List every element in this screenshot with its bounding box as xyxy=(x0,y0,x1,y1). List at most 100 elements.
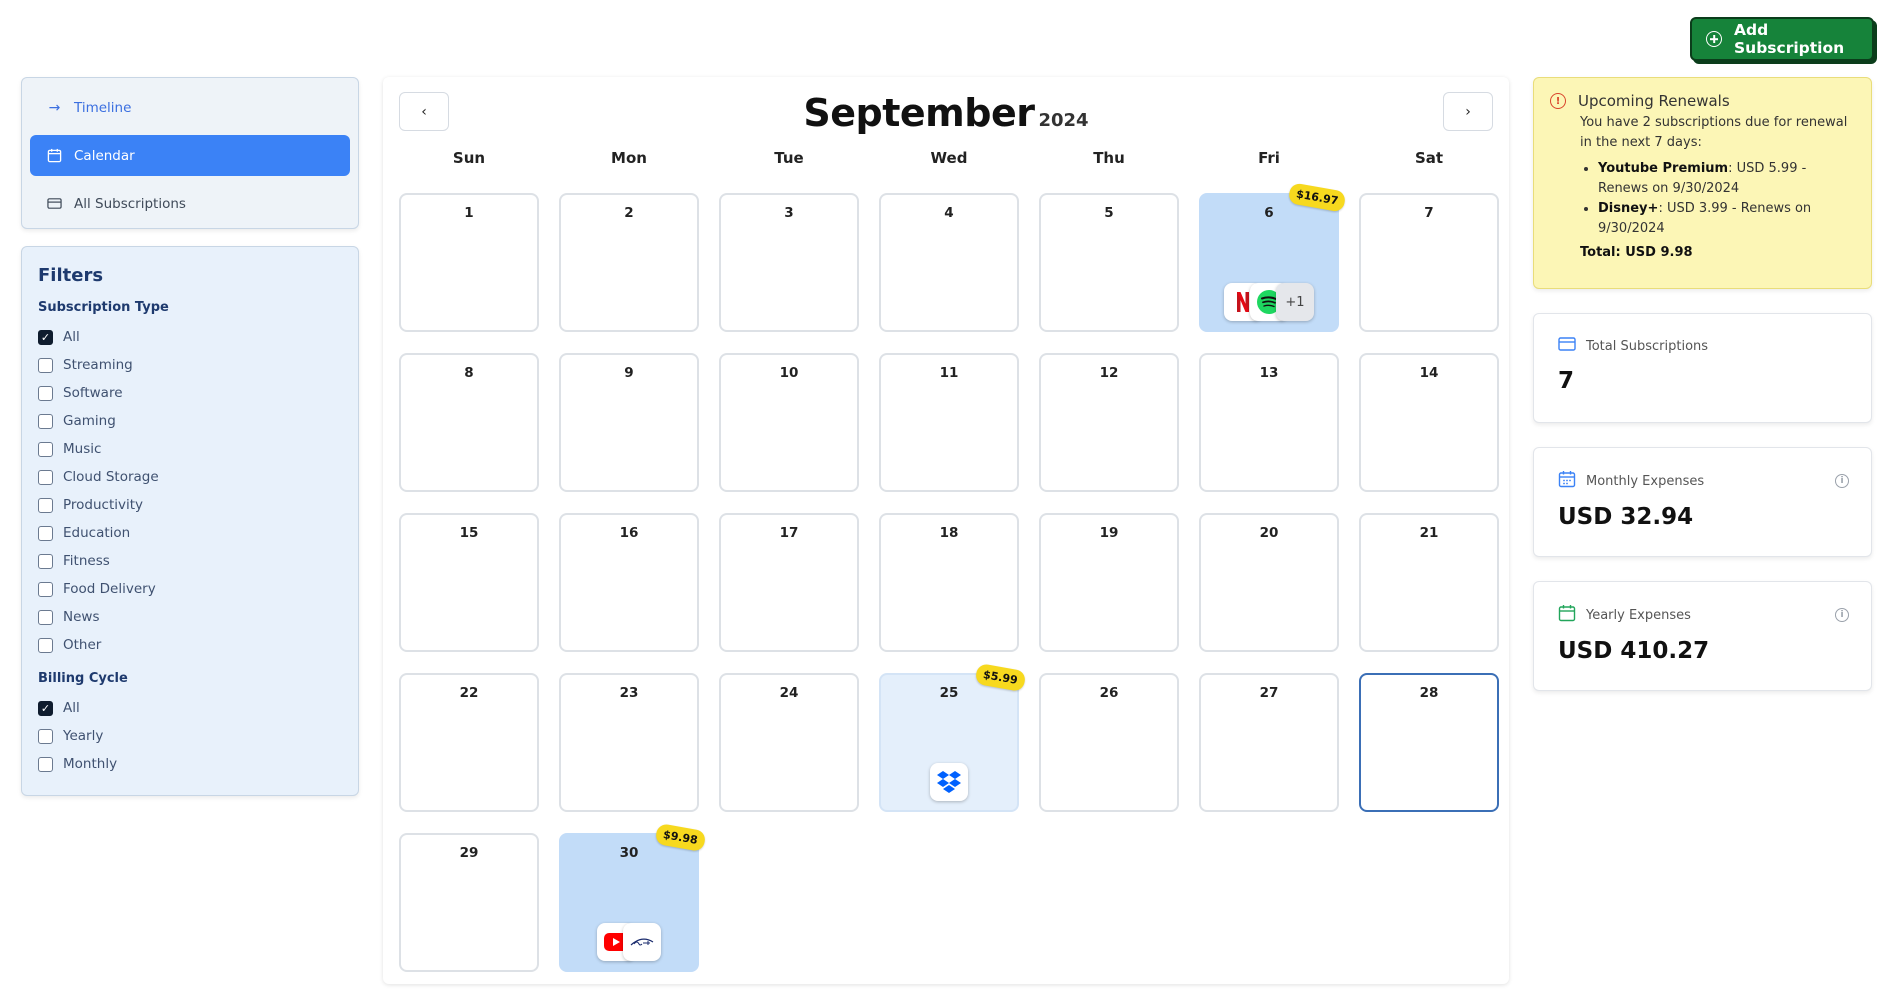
filter-type-streaming[interactable]: Streaming xyxy=(38,351,342,379)
add-subscription-button[interactable]: Add Subscription xyxy=(1690,17,1874,61)
filter-type-all[interactable]: ✓ All xyxy=(38,323,342,351)
calendar-day-24[interactable]: 24 xyxy=(719,673,859,812)
weekday-header: Mon xyxy=(611,149,647,167)
calendar-day-26[interactable]: 26 xyxy=(1039,673,1179,812)
month-name: September xyxy=(803,91,1035,135)
yearly-expenses-card: Yearly Expenses USD 410.27 i xyxy=(1533,581,1872,691)
calendar-day-8[interactable]: 8 xyxy=(399,353,539,492)
filter-type-food-delivery[interactable]: Food Delivery xyxy=(38,575,342,603)
checkbox-label: News xyxy=(63,609,100,625)
nav-item-label: Calendar xyxy=(74,147,135,164)
checkbox[interactable] xyxy=(38,581,53,597)
calendar-day-16[interactable]: 16 xyxy=(559,513,699,652)
filter-type-music[interactable]: Music xyxy=(38,435,342,463)
calendar-day-3[interactable]: 3 xyxy=(719,193,859,332)
day-number: 7 xyxy=(1424,205,1434,221)
filter-type-software[interactable]: Software xyxy=(38,379,342,407)
calendar-day-29[interactable]: 29 xyxy=(399,833,539,972)
checkbox[interactable] xyxy=(38,441,53,457)
filter-cycle-monthly[interactable]: Monthly xyxy=(38,750,342,778)
info-icon[interactable]: i xyxy=(1835,474,1849,488)
calendar-day-11[interactable]: 11 xyxy=(879,353,1019,492)
nav-item-calendar[interactable]: Calendar xyxy=(30,135,350,176)
checkbox[interactable] xyxy=(38,637,53,653)
calendar-day-25[interactable]: 25 $5.99 xyxy=(879,662,1027,812)
calendar-day-21[interactable]: 21 xyxy=(1359,513,1499,652)
calendar-day-23[interactable]: 23 xyxy=(559,673,699,812)
checkbox[interactable] xyxy=(38,553,53,569)
dropbox-icon[interactable] xyxy=(930,763,968,801)
nav-item-all-subscriptions[interactable]: All Subscriptions xyxy=(30,183,350,224)
calendar-day-4[interactable]: 4 xyxy=(879,193,1019,332)
calendar-day-15[interactable]: 15 xyxy=(399,513,539,652)
billing-cycle-heading: Billing Cycle xyxy=(38,671,128,686)
calendar-day-17[interactable]: 17 xyxy=(719,513,859,652)
filter-type-gaming[interactable]: Gaming xyxy=(38,407,342,435)
more-apps-badge[interactable]: +1 xyxy=(1276,283,1314,321)
filter-type-news[interactable]: News xyxy=(38,603,342,631)
disney-plus-icon[interactable] xyxy=(623,923,661,961)
year-label: 2024 xyxy=(1038,110,1089,131)
checkbox[interactable] xyxy=(38,413,53,429)
calendar-day-5[interactable]: 5 xyxy=(1039,193,1179,332)
checkbox[interactable] xyxy=(38,525,53,541)
weekday-header: Sat xyxy=(1414,149,1444,167)
renewal-item: Youtube Premium: USD 5.99 - Renews on 9/… xyxy=(1598,159,1855,199)
subscription-type-heading: Subscription Type xyxy=(38,300,169,315)
checkbox-label: Streaming xyxy=(63,357,133,373)
calendar-day-18[interactable]: 18 xyxy=(879,513,1019,652)
checkbox[interactable] xyxy=(38,357,53,373)
card-icon xyxy=(47,196,62,211)
month-title: September 2024 xyxy=(383,91,1509,135)
calendar-icon xyxy=(1558,470,1576,492)
calendar-day-10[interactable]: 10 xyxy=(719,353,859,492)
calendar-icon xyxy=(1558,604,1576,626)
day-number: 3 xyxy=(784,205,794,221)
filter-cycle-all[interactable]: ✓ All xyxy=(38,694,342,722)
calendar-day-30[interactable]: 30 $9.98 xyxy=(559,822,707,972)
checkbox-label: Food Delivery xyxy=(63,581,156,597)
checkbox[interactable]: ✓ xyxy=(38,700,53,716)
calendar-day-22[interactable]: 22 xyxy=(399,673,539,812)
calendar-day-28[interactable]: 28 xyxy=(1359,673,1499,812)
calendar-day-7[interactable]: 7 xyxy=(1359,193,1499,332)
subscription-icons: +1 xyxy=(1201,283,1337,321)
checkbox[interactable] xyxy=(38,609,53,625)
renewal-name: Disney+ xyxy=(1598,201,1659,216)
next-month-button[interactable]: › xyxy=(1443,92,1493,131)
nav-item-timeline[interactable]: → Timeline xyxy=(30,87,350,128)
stat-label: Yearly Expenses xyxy=(1586,607,1691,623)
calendar-day-13[interactable]: 13 xyxy=(1199,353,1339,492)
calendar-day-19[interactable]: 19 xyxy=(1039,513,1179,652)
calendar-day-14[interactable]: 14 xyxy=(1359,353,1499,492)
calendar-icon xyxy=(47,148,62,163)
info-icon[interactable]: i xyxy=(1835,608,1849,622)
filter-type-productivity[interactable]: Productivity xyxy=(38,491,342,519)
calendar-day-12[interactable]: 12 xyxy=(1039,353,1179,492)
checkbox[interactable] xyxy=(38,385,53,401)
renewals-total: Total: USD 9.98 xyxy=(1580,245,1693,260)
checkbox[interactable] xyxy=(38,469,53,485)
filter-cycle-yearly[interactable]: Yearly xyxy=(38,722,342,750)
filter-type-other[interactable]: Other xyxy=(38,631,342,659)
filter-type-fitness[interactable]: Fitness xyxy=(38,547,342,575)
calendar-day-6[interactable]: 6 $16.97 +1 xyxy=(1199,182,1347,332)
calendar-day-2[interactable]: 2 xyxy=(559,193,699,332)
checkbox-label: Other xyxy=(63,637,102,653)
weekday-header: Sun xyxy=(452,149,486,167)
calendar-day-9[interactable]: 9 xyxy=(559,353,699,492)
day-number: 11 xyxy=(939,365,959,381)
checkbox-label: Education xyxy=(63,525,131,541)
checkbox[interactable] xyxy=(38,728,53,744)
day-number: 14 xyxy=(1419,365,1439,381)
filter-type-cloud-storage[interactable]: Cloud Storage xyxy=(38,463,342,491)
day-number: 17 xyxy=(779,525,799,541)
checkbox[interactable] xyxy=(38,756,53,772)
calendar-day-20[interactable]: 20 xyxy=(1199,513,1339,652)
checkbox[interactable]: ✓ xyxy=(38,329,53,345)
checkbox-label: Gaming xyxy=(63,413,116,429)
calendar-day-1[interactable]: 1 xyxy=(399,193,539,332)
checkbox[interactable] xyxy=(38,497,53,513)
calendar-day-27[interactable]: 27 xyxy=(1199,673,1339,812)
filter-type-education[interactable]: Education xyxy=(38,519,342,547)
